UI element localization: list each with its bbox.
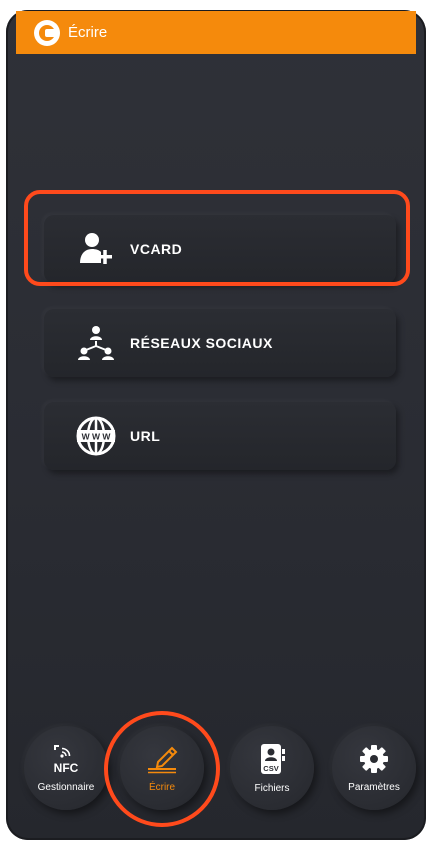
app-bar-title: Écrire: [68, 24, 108, 41]
csv-file-icon: CSV: [257, 743, 287, 779]
app-logo-icon: [34, 19, 60, 46]
vcard-highlight: [24, 190, 410, 286]
svg-text:W W W: W W W: [82, 432, 112, 442]
app-bar: Écrire: [16, 11, 416, 54]
url-button[interactable]: W W W URL: [44, 402, 396, 470]
ecrire-highlight: [104, 711, 220, 827]
nav-fichiers[interactable]: CSV Fichiers: [230, 726, 314, 810]
nav-gestionnaire[interactable]: NFC Gestionnaire: [24, 726, 108, 810]
gear-icon: [359, 744, 389, 778]
social-network-icon: [76, 323, 116, 363]
nav-fichiers-label: Fichiers: [254, 782, 290, 794]
nav-parametres[interactable]: Paramètres: [332, 726, 416, 810]
nav-gestionnaire-label: Gestionnaire: [37, 781, 95, 793]
nfc-icon-text: NFC: [54, 761, 79, 774]
url-label: URL: [130, 428, 161, 444]
reseaux-sociaux-label: RÉSEAUX SOCIAUX: [130, 335, 273, 351]
nav-parametres-label: Paramètres: [348, 781, 400, 793]
csv-icon-text: CSV: [263, 764, 278, 773]
globe-www-icon: W W W: [76, 416, 116, 456]
nfc-icon: NFC: [49, 744, 83, 778]
reseaux-sociaux-button[interactable]: RÉSEAUX SOCIAUX: [44, 309, 396, 377]
